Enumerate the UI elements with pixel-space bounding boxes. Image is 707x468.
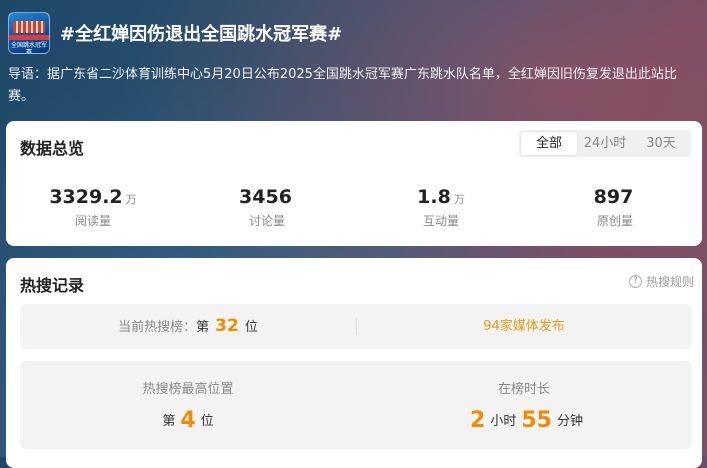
media-publish: 94家媒体发布 — [356, 304, 692, 349]
stat-value: 1.8 — [417, 186, 451, 208]
stat-value: 3456 — [239, 186, 292, 208]
stat-label: 原创量 — [596, 214, 633, 228]
best-rank: 热搜榜最高位置 第4位 — [20, 361, 356, 449]
stat-originals: 897 原创量 — [528, 185, 702, 229]
team-photo-icon — [13, 21, 45, 33]
media-publish-link[interactable]: 94家媒体发布 — [356, 304, 692, 349]
best-rank-suffix: 位 — [200, 414, 214, 429]
duration-hours: 2 — [470, 408, 486, 433]
stat-label: 讨论量 — [248, 214, 285, 228]
logo-stripe — [9, 35, 49, 40]
on-list-duration: 在榜时长 2 小时 55 分钟 — [356, 361, 692, 449]
topic-header: 全国跳水冠军赛 #全红婵因伤退出全国跳水冠军赛# — [8, 12, 698, 54]
stat-label: 互动量 — [422, 214, 459, 228]
stat-discussions: 3456 讨论量 — [180, 185, 354, 229]
data-overview-title: 数据总览 — [20, 139, 85, 158]
help-icon: ? — [628, 275, 642, 288]
current-rank-suffix: 位 — [244, 320, 258, 335]
current-rank-prefix: 第 — [196, 320, 210, 335]
tab-all[interactable]: 全部 — [521, 132, 577, 155]
tab-30d[interactable]: 30天 — [633, 132, 689, 155]
current-rank-value: 32 — [215, 316, 239, 336]
rank-history-panel: 热搜榜最高位置 第4位 在榜时长 2 小时 55 分钟 — [20, 361, 692, 449]
hot-search-title: 热搜记录 — [20, 276, 85, 295]
duration-minutes: 55 — [521, 408, 552, 433]
stats-row: 3329.2 万 阅读量 3456 讨论量 1.8 万 互动量 897 原创量 — [6, 185, 702, 229]
duration-label: 在榜时长 — [497, 382, 550, 397]
stat-unit: 万 — [453, 193, 465, 206]
current-rank: 当前热搜榜：第 32 位 — [20, 304, 356, 349]
current-rank-panel: 当前热搜榜：第 32 位 94家媒体发布 — [20, 304, 692, 349]
stat-label: 阅读量 — [74, 214, 111, 228]
topic-logo-text: 全国跳水冠军赛 — [10, 42, 47, 54]
hot-search-rules-label: 热搜规则 — [645, 275, 694, 289]
best-rank-value: 4 — [180, 408, 196, 433]
hours-unit: 小时 — [490, 414, 517, 429]
stat-reads: 3329.2 万 阅读量 — [6, 185, 180, 229]
best-rank-label: 热搜榜最高位置 — [142, 382, 234, 397]
current-rank-label: 当前热搜榜： — [118, 320, 197, 335]
best-rank-prefix: 第 — [162, 414, 176, 429]
tab-24h[interactable]: 24小时 — [577, 132, 633, 155]
stat-unit: 万 — [125, 193, 137, 206]
stat-value: 3329.2 — [49, 186, 123, 208]
topic-logo: 全国跳水冠军赛 — [8, 12, 50, 54]
minutes-unit: 分钟 — [556, 414, 583, 429]
data-overview-card: 数据总览 全部 24小时 30天 3329.2 万 阅读量 3456 讨论量 1.… — [6, 121, 702, 246]
stat-interactions: 1.8 万 互动量 — [354, 185, 528, 229]
topic-title[interactable]: #全红婵因伤退出全国跳水冠军赛# — [60, 20, 342, 46]
stat-value: 897 — [593, 186, 634, 208]
time-range-tabs: 全部 24小时 30天 — [519, 130, 691, 157]
hot-search-card: 热搜记录 ? 热搜规则 当前热搜榜：第 32 位 94家媒体发布 热搜榜最高位置 第… — [6, 258, 702, 468]
topic-intro: 导语：据广东省二沙体育训练中心5月20日公布2025全国跳水冠军赛广东跳水队名单… — [8, 67, 677, 104]
hot-search-rules-link[interactable]: ? 热搜规则 — [628, 273, 694, 290]
